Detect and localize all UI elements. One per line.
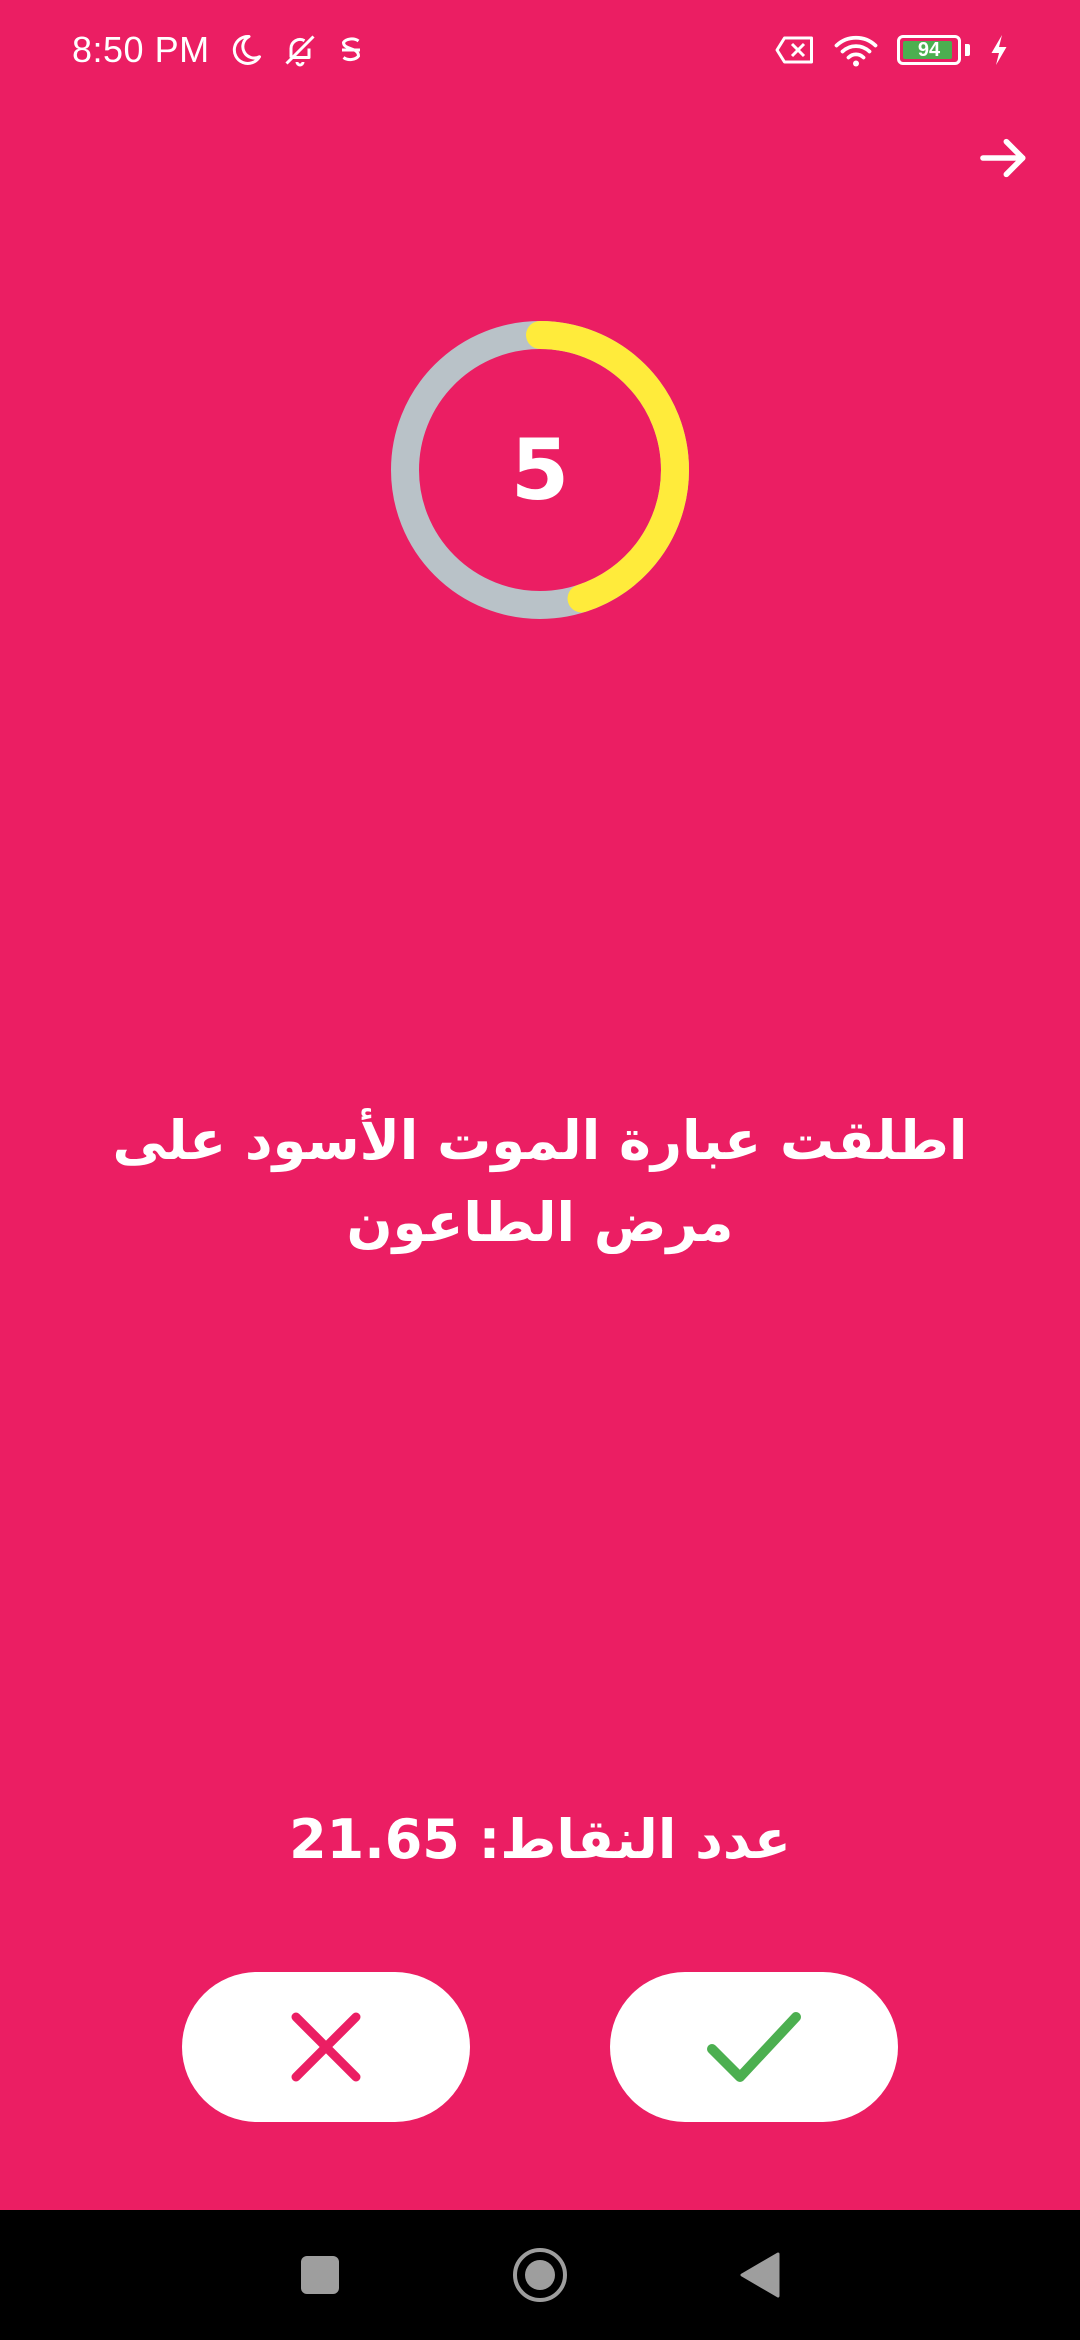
battery-level: 94 <box>917 38 941 61</box>
status-time: 8:50 PM <box>72 29 210 70</box>
square-recents-icon <box>301 2256 339 2294</box>
wifi-icon <box>833 32 879 68</box>
score-text: عدد النقاط: 21.65 <box>289 1808 791 1871</box>
status-left: 8:50 PM <box>72 29 366 71</box>
sim-off-icon <box>775 32 815 68</box>
forward-button[interactable] <box>968 122 1040 194</box>
bell-off-icon <box>282 32 318 68</box>
check-icon <box>707 2012 801 2082</box>
question-text: اطلقت عبارة الموت الأسود على مرض الطاعون <box>112 1109 968 1254</box>
x-icon <box>291 2012 361 2082</box>
correct-answer-button[interactable] <box>610 1972 898 2122</box>
arrow-right-icon <box>980 138 1026 178</box>
moon-icon <box>228 32 264 68</box>
timer-value: 5 <box>510 421 570 519</box>
circle-home-icon <box>513 2248 567 2302</box>
charging-icon <box>988 32 1010 68</box>
recents-button[interactable] <box>280 2235 360 2315</box>
status-bar: 8:50 PM 94 <box>0 0 1080 100</box>
system-nav-bar <box>0 2210 1080 2340</box>
sync-icon <box>336 32 366 68</box>
battery-icon: 94 <box>897 35 961 65</box>
countdown-timer: 5 <box>388 318 692 622</box>
triangle-back-icon <box>740 2252 780 2298</box>
back-button[interactable] <box>720 2235 800 2315</box>
wrong-answer-button[interactable] <box>182 1972 470 2122</box>
home-button[interactable] <box>500 2235 580 2315</box>
battery-tip <box>965 44 970 56</box>
status-right: 94 <box>775 32 1010 68</box>
